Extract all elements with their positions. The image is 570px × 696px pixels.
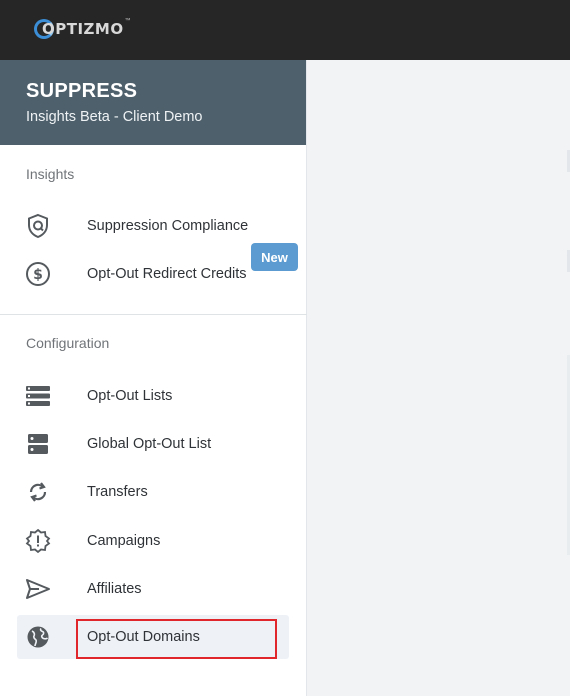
nav-item-affiliates[interactable]: Affiliates [17,567,289,611]
nav-item-label: Campaigns [87,533,161,549]
server-icon [25,431,51,457]
section-label-configuration: Configuration [26,335,110,351]
nav-item-label: Affiliates [87,581,142,597]
top-bar: OPTIZMO ™ [0,0,570,60]
logo-trademark: ™ [124,18,131,24]
new-badge: New [251,243,298,271]
nav-item-global-opt-out-list[interactable]: Global Opt-Out List [17,422,289,466]
section-label-insights: Insights [26,166,75,182]
nav-item-suppression-compliance[interactable]: Suppression Compliance [17,204,289,248]
send-icon [25,576,51,602]
nav-item-label: Suppression Compliance [87,218,249,234]
optizmo-logo[interactable]: OPTIZMO ™ [34,16,131,42]
dollar-circle-icon: $ [25,261,51,287]
sidebar-header: SUPPRESS Insights Beta - Client Demo [0,60,306,145]
nav-item-label: Global Opt-Out List [87,436,212,452]
selection-highlight-box [76,619,277,659]
nav-item-label: Opt-Out Lists [87,388,173,404]
nav-item-opt-out-redirect-credits[interactable]: $ Opt-Out Redirect Credits [17,252,289,296]
nav-item-label: Transfers [87,484,148,500]
alert-badge-icon [25,528,51,554]
sync-icon [25,479,51,505]
sidebar-subtitle: Insights Beta - Client Demo [26,109,203,125]
section-divider [0,314,307,315]
nav-item-campaigns[interactable]: Campaigns [17,519,289,563]
logo-text: OPTIZMO [42,20,124,38]
list-server-icon [25,383,51,409]
globe-icon [25,624,51,650]
shield-icon [25,213,51,239]
nav-item-label: Opt-Out Redirect Credits [87,266,247,282]
sidebar-title: SUPPRESS [26,80,138,102]
nav-item-transfers[interactable]: Transfers [17,470,289,514]
svg-text:$: $ [33,267,43,283]
nav-item-opt-out-lists[interactable]: Opt-Out Lists [17,374,289,418]
